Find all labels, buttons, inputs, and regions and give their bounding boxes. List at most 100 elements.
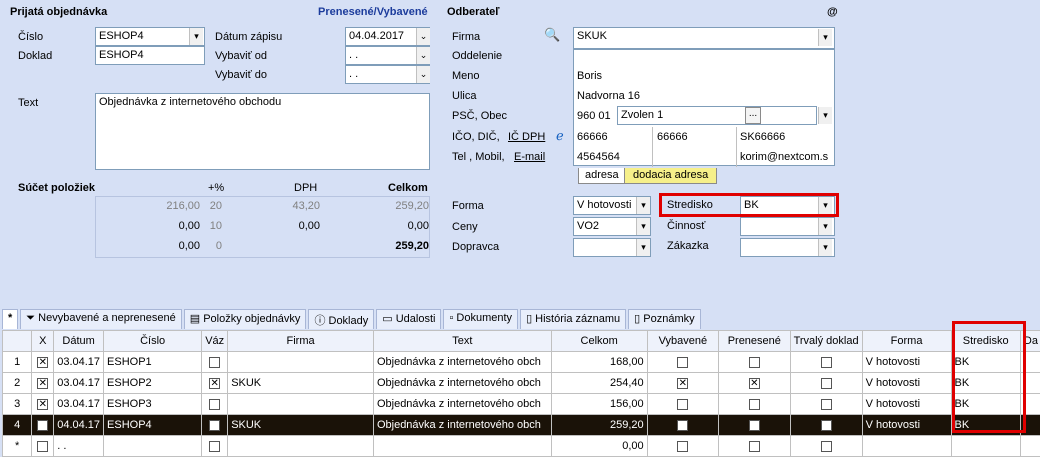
checkbox-icon[interactable] bbox=[677, 399, 688, 410]
vybavene-cell[interactable] bbox=[647, 352, 718, 373]
vaz-cell[interactable]: ✕ bbox=[202, 373, 228, 394]
date-cell[interactable]: 03.04.17 bbox=[54, 352, 104, 373]
checkbox-icon[interactable]: ✕ bbox=[37, 399, 48, 410]
row-number[interactable]: 1 bbox=[3, 352, 32, 373]
trvaly-doklad-cell[interactable] bbox=[790, 373, 862, 394]
celkom-cell[interactable]: 168,00 bbox=[551, 352, 647, 373]
checkbox-icon[interactable]: ✕ bbox=[749, 378, 760, 389]
tab-udalosti[interactable]: ▭ Udalosti bbox=[376, 309, 441, 329]
firma-cell[interactable] bbox=[228, 436, 374, 457]
date-cell[interactable]: . . bbox=[54, 436, 104, 457]
checkbox-icon[interactable] bbox=[749, 399, 760, 410]
tab-nevybavene[interactable]: ⏷ Nevybavené a neprenesené bbox=[20, 309, 181, 329]
checkbox-icon[interactable] bbox=[677, 357, 688, 368]
obec-dropdown-icon[interactable]: ▾ bbox=[818, 107, 832, 124]
checkbox-icon[interactable] bbox=[821, 441, 832, 452]
x-cell[interactable]: ✕ bbox=[32, 373, 54, 394]
tab-dodacia-adresa[interactable]: dodacia adresa bbox=[624, 168, 717, 184]
tel-value[interactable]: 4564564 bbox=[577, 151, 620, 163]
table-row[interactable]: *. .0,00 bbox=[3, 436, 1040, 457]
checkbox-icon[interactable] bbox=[209, 357, 220, 368]
table-row[interactable]: 4✕04.04.17ESHOP4✕SKUKObjednávka z intern… bbox=[3, 415, 1040, 436]
row-number[interactable]: 3 bbox=[3, 394, 32, 415]
datum-dropdown-icon[interactable]: ⌄ bbox=[416, 28, 430, 45]
trvaly-doklad-cell[interactable] bbox=[790, 436, 862, 457]
forma-cell[interactable]: V hotovosti bbox=[862, 394, 951, 415]
firma-dropdown-icon[interactable]: ▾ bbox=[818, 29, 832, 46]
text-cell[interactable]: Objednávka z internetového obch bbox=[373, 373, 551, 394]
checkbox-icon[interactable]: ✕ bbox=[37, 357, 48, 368]
checkbox-icon[interactable] bbox=[821, 399, 832, 410]
vaz-cell[interactable] bbox=[202, 352, 228, 373]
email-value[interactable]: korim@nextcom.s bbox=[740, 151, 828, 163]
prenesene-cell[interactable] bbox=[719, 394, 791, 415]
email-link[interactable]: E-mail bbox=[514, 151, 545, 163]
checkbox-icon[interactable]: ✕ bbox=[37, 378, 48, 389]
firma-lookup-icon[interactable]: 🔍 bbox=[544, 27, 560, 43]
cislo-cell[interactable]: ESHOP4 bbox=[104, 415, 202, 436]
psc-value[interactable]: 960 01 bbox=[577, 110, 611, 122]
vaz-cell[interactable] bbox=[202, 436, 228, 457]
stredisko-cell[interactable] bbox=[951, 436, 1020, 457]
prenesene-cell[interactable]: ✕ bbox=[719, 373, 791, 394]
date-cell[interactable]: 03.04.17 bbox=[54, 394, 104, 415]
dic-value[interactable]: 66666 bbox=[657, 131, 688, 143]
row-number[interactable]: * bbox=[3, 436, 32, 457]
firma-cell[interactable] bbox=[228, 352, 374, 373]
cislo-cell[interactable]: ESHOP2 bbox=[104, 373, 202, 394]
ceny-dropdown-icon[interactable]: ▾ bbox=[636, 218, 650, 235]
trvaly-doklad-cell[interactable] bbox=[790, 415, 862, 436]
tab-dokumenty[interactable]: ▫ Dokumenty bbox=[443, 309, 518, 329]
checkbox-icon[interactable] bbox=[749, 441, 760, 452]
text-cell[interactable] bbox=[373, 436, 551, 457]
cislo-cell[interactable] bbox=[104, 436, 202, 457]
firma-field[interactable]: SKUK bbox=[573, 27, 835, 49]
vybavene-cell[interactable]: ✕ bbox=[647, 415, 718, 436]
zakazka-dropdown-icon[interactable]: ▾ bbox=[818, 239, 832, 256]
text-cell[interactable]: Objednávka z internetového obch bbox=[373, 394, 551, 415]
firma-cell[interactable]: SKUK bbox=[228, 415, 374, 436]
date-cell[interactable]: 04.04.17 bbox=[54, 415, 104, 436]
icdph-value[interactable]: SK66666 bbox=[740, 131, 785, 143]
forma-cell[interactable]: V hotovosti bbox=[862, 352, 951, 373]
checkbox-icon[interactable] bbox=[677, 441, 688, 452]
checkbox-icon[interactable] bbox=[209, 441, 220, 452]
cislo-dropdown-icon[interactable]: ▾ bbox=[189, 28, 203, 45]
cislo-cell[interactable]: ESHOP3 bbox=[104, 394, 202, 415]
vybavene-cell[interactable] bbox=[647, 394, 718, 415]
cislo-cell[interactable]: ESHOP1 bbox=[104, 352, 202, 373]
checkbox-icon[interactable]: ✕ bbox=[677, 378, 688, 389]
firma-cell[interactable]: SKUK bbox=[228, 373, 374, 394]
checkbox-icon[interactable]: ✕ bbox=[209, 378, 220, 389]
column-header[interactable]: X bbox=[32, 331, 54, 352]
checkbox-icon[interactable]: ✕ bbox=[209, 420, 220, 431]
forma-cell[interactable]: V hotovosti bbox=[862, 373, 951, 394]
column-header[interactable]: Firma bbox=[228, 331, 374, 352]
internet-explorer-icon[interactable]: ℯ bbox=[556, 128, 564, 144]
forma-dropdown-icon[interactable]: ▾ bbox=[636, 197, 650, 214]
tab-doklady[interactable]: ⓘ Doklady bbox=[308, 309, 374, 329]
checkbox-icon[interactable]: ✕ bbox=[37, 420, 48, 431]
column-header[interactable]: Váz bbox=[202, 331, 228, 352]
column-header[interactable]: Forma bbox=[862, 331, 951, 352]
forma-cell[interactable]: V hotovosti bbox=[862, 415, 951, 436]
column-header[interactable]: Dátum bbox=[54, 331, 104, 352]
tab-adresa[interactable]: adresa bbox=[578, 168, 626, 184]
cinnost-dropdown-icon[interactable]: ▾ bbox=[818, 218, 832, 235]
table-row[interactable]: 2✕03.04.17ESHOP2✕SKUKObjednávka z intern… bbox=[3, 373, 1040, 394]
column-header[interactable]: Trvalý doklad bbox=[790, 331, 862, 352]
email-at-icon[interactable]: @ bbox=[827, 6, 838, 18]
row-number[interactable]: 4 bbox=[3, 415, 32, 436]
obec-field[interactable]: Zvolen 1 bbox=[617, 106, 817, 125]
celkom-cell[interactable]: 259,20 bbox=[551, 415, 647, 436]
celkom-cell[interactable]: 254,40 bbox=[551, 373, 647, 394]
date-cell[interactable]: 03.04.17 bbox=[54, 373, 104, 394]
vybavit-do-dropdown-icon[interactable]: ⌄ bbox=[416, 66, 430, 83]
ico-value[interactable]: 66666 bbox=[577, 131, 608, 143]
vybavene-cell[interactable] bbox=[647, 436, 718, 457]
checkbox-icon[interactable] bbox=[37, 441, 48, 452]
vaz-cell[interactable] bbox=[202, 394, 228, 415]
checkbox-icon[interactable] bbox=[821, 420, 832, 431]
column-header[interactable]: Text bbox=[373, 331, 551, 352]
meno-value[interactable]: Boris bbox=[577, 70, 602, 82]
